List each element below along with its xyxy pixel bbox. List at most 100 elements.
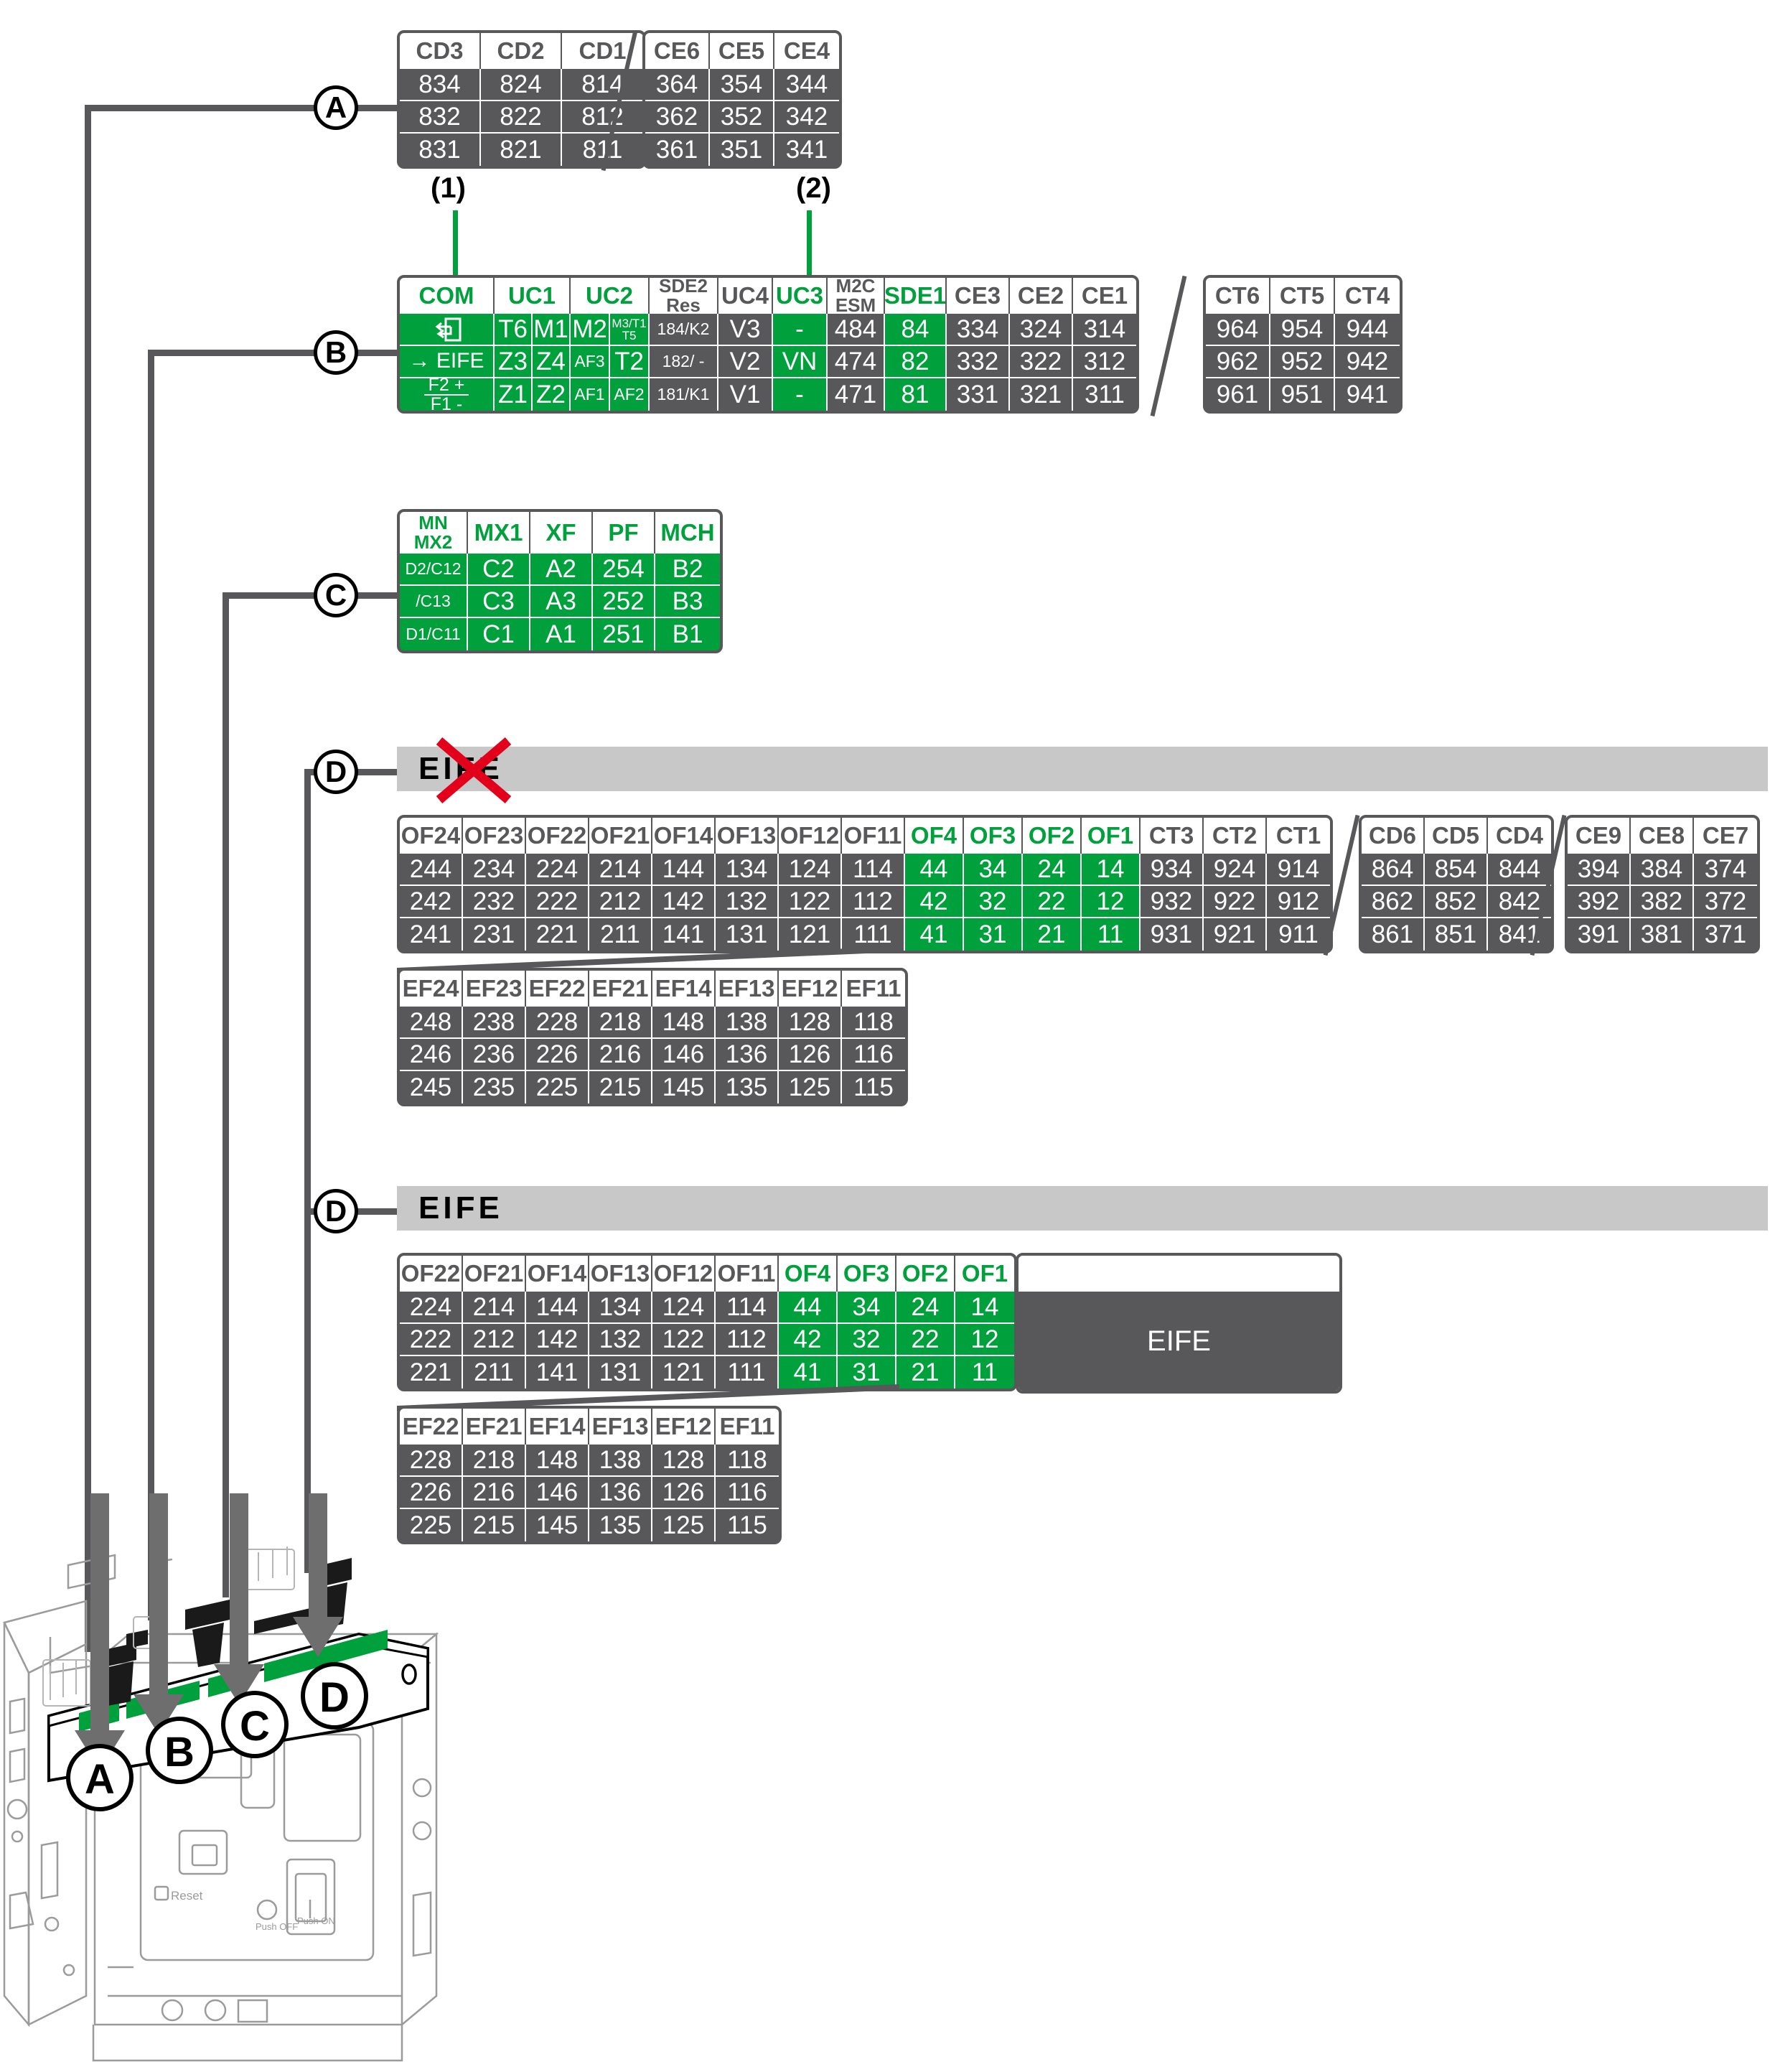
col-header: OF22 [526, 818, 589, 854]
col-header: OF22 [400, 1256, 463, 1292]
cell: B1 [655, 618, 720, 650]
cell: AF2 [610, 378, 650, 411]
cell: 22 [1023, 886, 1082, 918]
cell: 32 [964, 886, 1023, 918]
col-header-com: COM [400, 278, 495, 314]
col-header: OF14 [526, 1256, 589, 1292]
cell: 234 [463, 854, 526, 886]
col-header: EF23 [463, 971, 526, 1007]
table-row: EF24 EF23 EF22 EF21 EF14 EF13 EF12 EF11 [400, 971, 905, 1007]
cell: 248 [400, 1007, 463, 1039]
cell: 182/ - [650, 346, 718, 378]
cell: 354 [710, 69, 774, 101]
cell: 954 [1270, 314, 1335, 346]
cell: 364 [645, 69, 710, 101]
leader-line-b-horizontal [148, 350, 314, 356]
cell: 361 [645, 134, 710, 166]
device-marker-b: B [146, 1717, 213, 1784]
section-bar-d2: EIFE [397, 1186, 1768, 1231]
cell: 384 [1631, 854, 1694, 886]
col-header-mn-mx2: MN MX2 [400, 512, 468, 554]
cell: 135 [716, 1071, 779, 1103]
cell: VN [773, 346, 828, 378]
cell: T6 [495, 314, 533, 346]
col-header: EF22 [526, 971, 589, 1007]
cell: 371 [1694, 918, 1757, 951]
cell: 232 [463, 886, 526, 918]
table-ct-section-b: CT6 CT5 CT4 964 954 944 962 952 942 961 … [1203, 275, 1403, 414]
cell: 22 [896, 1324, 955, 1356]
cell: 322 [1010, 346, 1073, 378]
col-header: CE4 [774, 33, 839, 69]
table-row: 228 218 148 138 128 118 [400, 1445, 779, 1477]
cell: 82 [885, 346, 947, 378]
cell: 852 [1425, 886, 1488, 918]
cell: 952 [1270, 346, 1335, 378]
table-row: COM UC1 UC2 SDE2 Res UC4 UC3 M2C ESM SDE1 … [400, 278, 1136, 315]
cell: 374 [1694, 854, 1757, 886]
col-header: CD4 [1488, 818, 1551, 854]
leader-line-d1-vertical [304, 769, 311, 1573]
callout-c: C [314, 573, 358, 617]
cell: 112 [842, 886, 905, 918]
col-header: OF4 [779, 1256, 838, 1292]
callout-d1: D [314, 750, 358, 794]
cell: 812 [562, 101, 643, 134]
col-header: CD3 [400, 33, 481, 69]
cell: 242 [400, 886, 463, 918]
table-row: 864 854 844 [1362, 854, 1551, 886]
cell: 212 [589, 886, 652, 918]
col-header: EF12 [779, 971, 842, 1007]
cell: 924 [1204, 854, 1267, 886]
col-header: OF2 [1023, 818, 1082, 854]
cell: 31 [964, 918, 1023, 951]
cell: 844 [1488, 854, 1551, 886]
cell: 115 [842, 1071, 905, 1103]
cell: 942 [1335, 346, 1400, 378]
cell: 321 [1010, 378, 1073, 411]
cell: 215 [463, 1509, 526, 1541]
leader-stub-a [355, 105, 398, 111]
col-header: OF21 [463, 1256, 526, 1292]
table-row: 364 354 344 [645, 69, 839, 101]
table-of-section-d2: OF22 OF21 OF14 OF13 OF12 OF11 OF4 OF3 OF… [397, 1253, 1017, 1391]
cell: 14 [1082, 854, 1141, 886]
return-arrow-icon [435, 317, 462, 341]
table-row: CT6 CT5 CT4 [1206, 278, 1400, 314]
col-header: MCH [655, 512, 720, 554]
cell: 394 [1568, 854, 1631, 886]
table-row: 861 851 841 [1362, 918, 1551, 951]
cell: A1 [530, 618, 593, 650]
cell: 228 [400, 1445, 463, 1477]
note-marker-1: (1) [431, 172, 466, 204]
cell: 238 [463, 1007, 526, 1039]
cell: 214 [589, 854, 652, 886]
cell: 125 [779, 1071, 842, 1103]
cell: 834 [400, 69, 481, 101]
col-header: CT1 [1267, 818, 1330, 854]
table-row: OF22 OF21 OF14 OF13 OF12 OF11 OF4 OF3 OF… [400, 1256, 1014, 1292]
cell: 81 [885, 378, 947, 411]
cell: C2 [468, 554, 530, 586]
cell: 254 [593, 554, 655, 586]
cell: 218 [463, 1445, 526, 1477]
section-bar-d1: EIFE [397, 747, 1768, 791]
table-com-section-b: COM UC1 UC2 SDE2 Res UC4 UC3 M2C ESM SDE1 … [397, 275, 1139, 414]
cell: 212 [463, 1324, 526, 1356]
col-header: PF [593, 512, 655, 554]
section-bar-d2-label: EIFE [418, 1190, 503, 1226]
cell: 922 [1204, 886, 1267, 918]
cell: 146 [652, 1039, 716, 1071]
cell: M2 [571, 314, 610, 346]
cell: 134 [716, 854, 779, 886]
table-row: OF24 OF23 OF22 OF21 OF14 OF13 OF12 OF11 … [400, 818, 1330, 854]
cell: 235 [463, 1071, 526, 1103]
reset-label: Reset [171, 1889, 203, 1903]
col-header: OF23 [463, 818, 526, 854]
cell: 115 [716, 1509, 779, 1541]
cell: 216 [589, 1039, 652, 1071]
col-header: OF11 [842, 818, 905, 854]
callout-d2: D [314, 1189, 358, 1233]
cell: - [773, 314, 828, 346]
cell: 822 [481, 101, 562, 134]
